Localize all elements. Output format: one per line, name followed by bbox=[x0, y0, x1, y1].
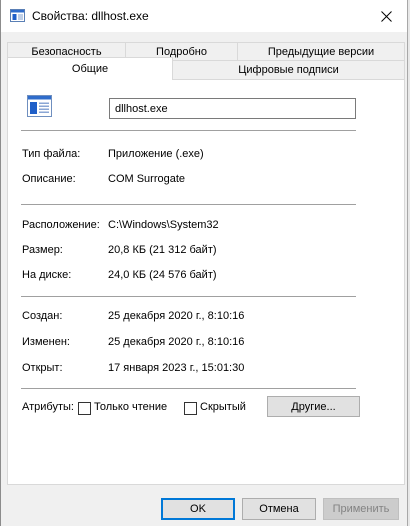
general-tab-panel: Тип файла: Приложение (.exe) Описание: C… bbox=[7, 79, 405, 485]
hidden-label[interactable]: Скрытый bbox=[200, 401, 246, 413]
tab-previous-versions[interactable]: Предыдущие версии bbox=[237, 42, 405, 61]
close-icon bbox=[380, 10, 392, 22]
properties-dialog: Свойства: dllhost.exe Безопасность Подро… bbox=[0, 0, 410, 526]
separator bbox=[21, 296, 356, 297]
other-attributes-button[interactable]: Другие... bbox=[267, 396, 360, 417]
file-name-input[interactable] bbox=[109, 98, 356, 119]
application-window-icon bbox=[27, 95, 52, 117]
description-label: Описание: bbox=[22, 173, 76, 185]
location-value: C:\Windows\System32 bbox=[108, 219, 219, 231]
tab-previous-versions-label: Предыдущие версии bbox=[267, 46, 375, 58]
title-app-icon bbox=[10, 9, 25, 22]
disk-size-label: На диске: bbox=[22, 269, 72, 281]
created-value: 25 декабря 2020 г., 8:10:16 bbox=[108, 310, 245, 322]
created-label: Создан: bbox=[22, 310, 63, 322]
tab-general-label: Общие bbox=[71, 63, 109, 75]
readonly-checkbox[interactable] bbox=[78, 402, 91, 415]
file-type-value: Приложение (.exe) bbox=[108, 148, 204, 160]
file-type-label: Тип файла: bbox=[22, 148, 81, 160]
apply-button: Применить bbox=[323, 498, 399, 520]
attributes-label: Атрибуты: bbox=[22, 401, 74, 413]
tab-digital-signatures-label: Цифровые подписи bbox=[238, 64, 339, 76]
description-value: COM Surrogate bbox=[108, 173, 186, 185]
tab-digital-signatures[interactable]: Цифровые подписи bbox=[172, 60, 405, 79]
opened-label: Открыт: bbox=[22, 362, 63, 374]
tab-general[interactable]: Общие bbox=[7, 57, 173, 80]
separator bbox=[21, 388, 356, 389]
size-label: Размер: bbox=[22, 244, 63, 256]
location-label: Расположение: bbox=[22, 219, 100, 231]
readonly-label[interactable]: Только чтение bbox=[94, 401, 167, 413]
window-title: Свойства: dllhost.exe bbox=[32, 9, 149, 23]
modified-label: Изменен: bbox=[22, 336, 70, 348]
title-bar: Свойства: dllhost.exe bbox=[1, 0, 410, 32]
separator bbox=[21, 204, 356, 205]
size-value: 20,8 КБ (21 312 байт) bbox=[108, 244, 217, 256]
hidden-checkbox[interactable] bbox=[184, 402, 197, 415]
modified-value: 25 декабря 2020 г., 8:10:16 bbox=[108, 336, 245, 348]
close-button[interactable] bbox=[375, 6, 397, 26]
cancel-button[interactable]: Отмена bbox=[242, 498, 316, 520]
ok-button[interactable]: OK bbox=[161, 498, 235, 520]
opened-value: 17 января 2023 г., 15:01:30 bbox=[108, 362, 245, 374]
separator bbox=[21, 130, 356, 131]
disk-size-value: 24,0 КБ (24 576 байт) bbox=[108, 269, 217, 281]
